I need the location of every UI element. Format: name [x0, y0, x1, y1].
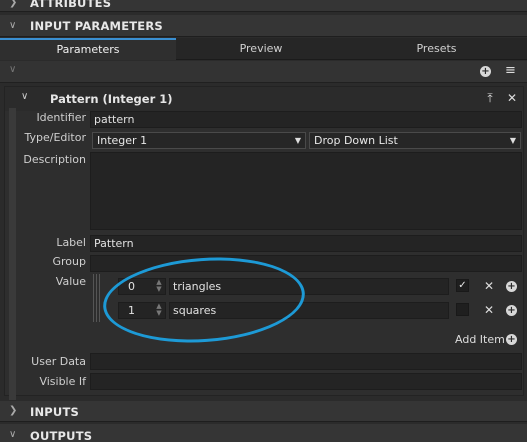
inputs-section-header[interactable]: ❯ INPUTS [0, 401, 527, 422]
add-parameter-icon[interactable]: + [480, 66, 491, 77]
spinner-arrows-icon[interactable]: ▲ ▼ [155, 279, 163, 293]
item-default-checkbox[interactable]: ✓ [456, 279, 469, 292]
insert-item-icon[interactable]: + [506, 281, 517, 292]
label-label: Label [56, 236, 86, 249]
spinner-arrows-icon[interactable]: ▲ ▼ [155, 303, 163, 317]
add-item-label[interactable]: Add Item [455, 333, 505, 346]
attributes-title: ATTRIBUTES [30, 0, 112, 10]
user-data-label: User Data [31, 355, 86, 368]
item-name-field[interactable]: triangles [169, 278, 449, 295]
description-label: Description [23, 153, 86, 166]
user-data-field[interactable] [90, 353, 522, 370]
menu-icon[interactable]: ≡ [505, 63, 516, 78]
close-icon[interactable]: ✕ [505, 91, 519, 105]
dropdown-arrow-icon: ▼ [294, 136, 301, 145]
export-icon[interactable]: ⤒ [483, 91, 497, 105]
value-label: Value [55, 275, 86, 288]
chevron-right-icon: ❯ [9, 0, 18, 8]
editor-select-value: Drop Down List [314, 134, 398, 147]
item-index-value: 1 [128, 304, 135, 317]
identifier-label: Identifier [36, 111, 86, 124]
editor-select[interactable]: Drop Down List ▼ [309, 132, 521, 149]
outputs-title: OUTPUTS [30, 429, 93, 442]
remove-item-icon[interactable]: ✕ [482, 303, 496, 317]
inputs-title: INPUTS [30, 405, 79, 419]
parameters-toolbar: ∨ + ≡ [0, 61, 527, 83]
tab-presets[interactable]: Presets [346, 38, 527, 60]
type-select-value: Integer 1 [97, 134, 148, 147]
input-parameters-section-header[interactable]: ∨ INPUT PARAMETERS [0, 15, 527, 37]
add-item-icon[interactable]: + [506, 334, 517, 345]
parameter-tabs: Parameters Preview Presets [0, 38, 527, 60]
outputs-section-header[interactable]: ∨ OUTPUTS [0, 424, 527, 442]
item-index-value: 0 [128, 280, 135, 293]
group-label: Group [52, 255, 87, 268]
insert-item-icon[interactable]: + [506, 305, 517, 316]
parameter-title: Pattern (Integer 1) [50, 92, 173, 106]
chevron-down-icon: ∨ [9, 20, 17, 31]
chevron-down-icon: ∨ [9, 429, 17, 440]
label-field[interactable]: Pattern [90, 235, 522, 252]
visible-if-field[interactable] [90, 373, 522, 390]
tab-parameters[interactable]: Parameters [0, 38, 176, 60]
left-scrollbar[interactable] [9, 108, 16, 400]
group-field[interactable] [90, 255, 522, 272]
chevron-down-icon[interactable]: ∨ [21, 91, 28, 102]
type-editor-label: Type/Editor [24, 131, 86, 144]
identifier-field[interactable]: pattern [90, 111, 522, 128]
item-name-field[interactable]: squares [169, 302, 449, 319]
drag-handle[interactable] [93, 274, 101, 322]
collapse-all-chevron-icon[interactable]: ∨ [9, 64, 16, 75]
type-select[interactable]: Integer 1 ▼ [92, 132, 306, 149]
remove-item-icon[interactable]: ✕ [482, 279, 496, 293]
attributes-section-header[interactable]: ❯ ATTRIBUTES [0, 0, 527, 12]
dropdown-arrow-icon: ▼ [509, 136, 516, 145]
visible-if-label: Visible If [39, 375, 86, 388]
tab-preview[interactable]: Preview [176, 38, 346, 60]
chevron-right-icon: ❯ [9, 405, 18, 416]
description-field[interactable] [90, 152, 522, 230]
parameter-panel-header: ∨ Pattern (Integer 1) ⤒ ✕ [5, 87, 523, 111]
item-default-checkbox[interactable] [456, 303, 469, 316]
input-parameters-title: INPUT PARAMETERS [30, 19, 163, 33]
